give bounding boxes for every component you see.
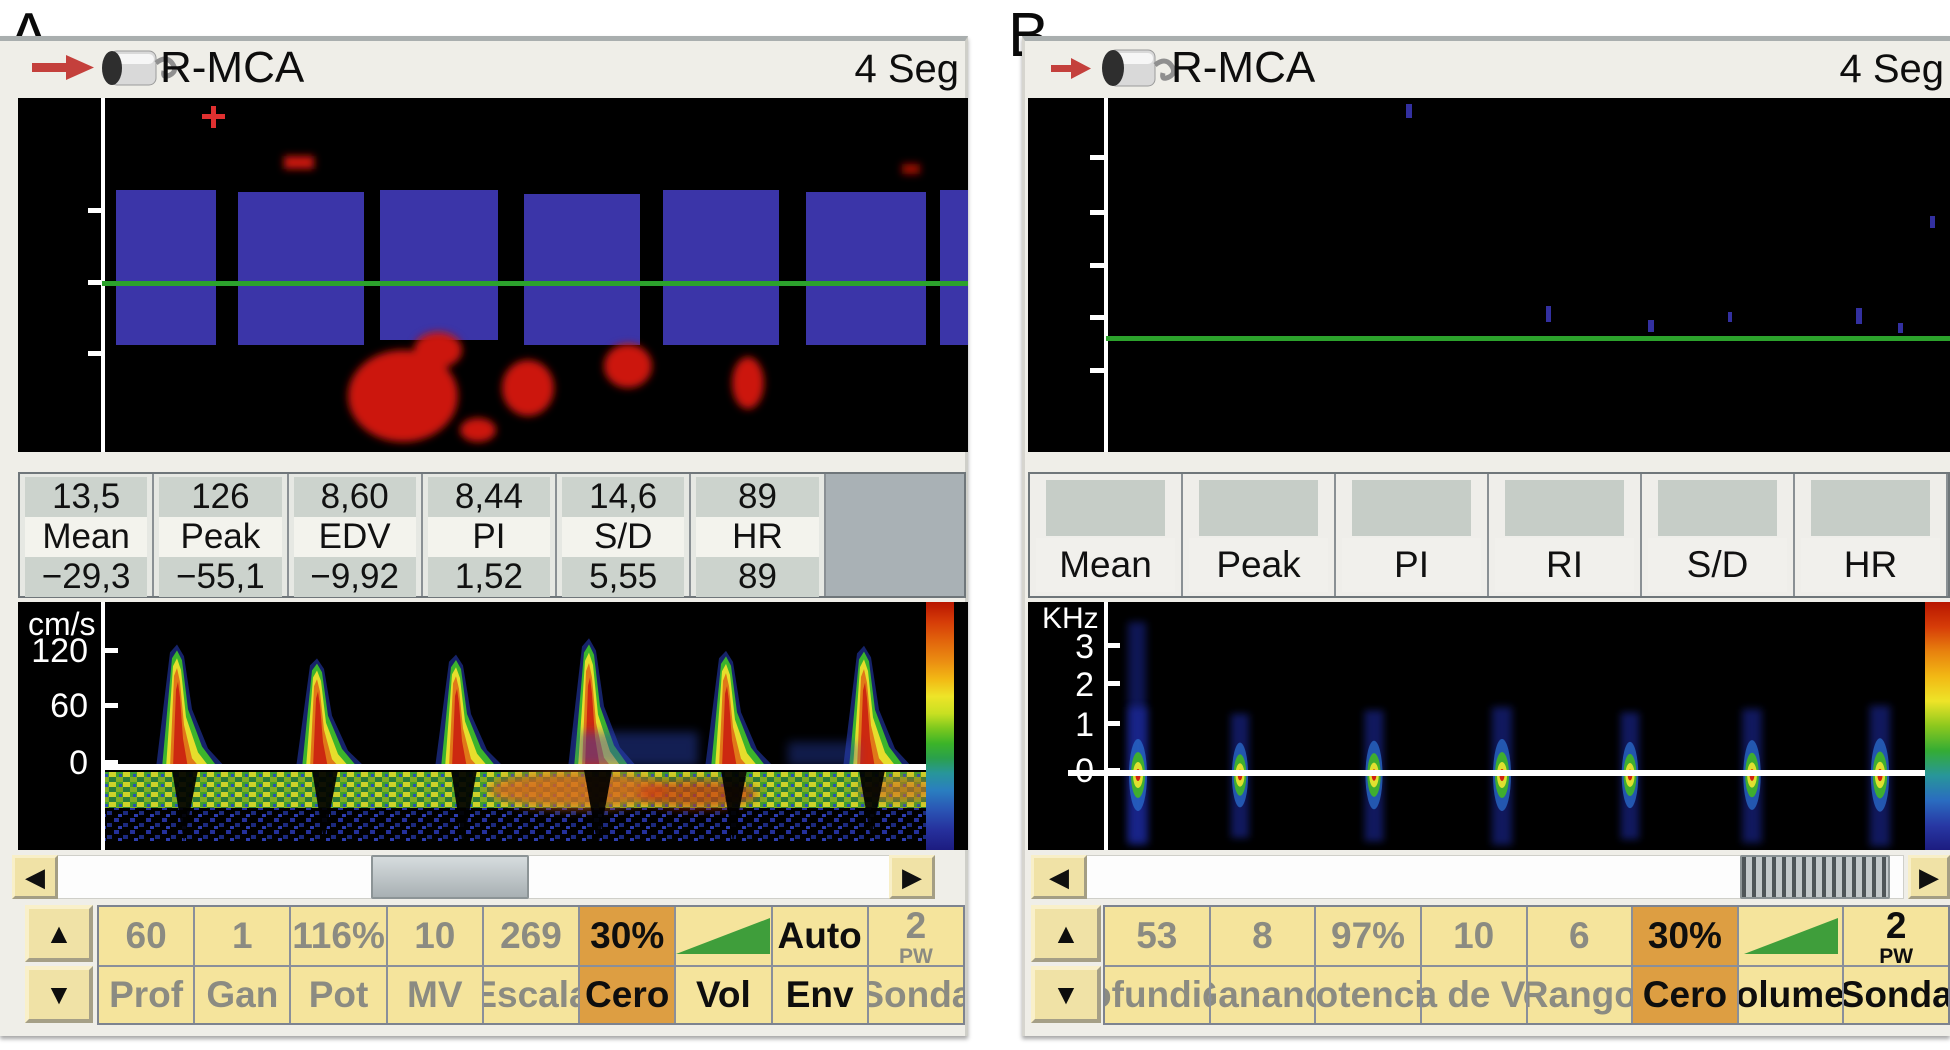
sweep-seconds: 4 Seg: [1839, 47, 1944, 92]
scrollbar-thumb[interactable]: [1740, 855, 1890, 899]
arrow-head: [66, 55, 94, 80]
empty-value-box: [1658, 480, 1777, 536]
header-b: R-MCA 4 Seg: [1025, 41, 1950, 93]
control-sonda[interactable]: 2PW Sonda: [869, 907, 963, 1023]
empty-value-box: [1046, 480, 1165, 536]
intensity-colorbar: [926, 602, 954, 850]
control-sonda[interactable]: 2PW Sonda: [1844, 907, 1948, 1023]
measure-sd: 14,6 S/D 5,55: [557, 474, 691, 596]
timeline-scrollbar: ◀ ▶: [1025, 853, 1950, 901]
sample-depth-line: [1106, 336, 1950, 341]
vessel-label: R-MCA: [1171, 43, 1315, 93]
measure-pi: PI: [1336, 474, 1489, 596]
scroll-left-button[interactable]: ◀: [12, 855, 58, 899]
measure-ri: RI: [1489, 474, 1642, 596]
sample-depth-line: [102, 281, 968, 286]
spectral-display: cm/s 120 60 0: [18, 602, 968, 850]
scroll-right-button[interactable]: ▶: [1908, 855, 1950, 899]
measure-hr: 89 HR 89: [691, 474, 825, 596]
scroll-right-button[interactable]: ▶: [889, 855, 935, 899]
tick-60: 60: [26, 687, 88, 726]
measure-hr: HR: [1795, 474, 1948, 596]
scrollbar-thumb[interactable]: [371, 855, 529, 899]
control-pot[interactable]: 116% Pot: [291, 907, 387, 1023]
control-volumen[interactable]: Volumen: [1739, 907, 1845, 1023]
zero-baseline: [105, 764, 926, 770]
zero-baseline: [1068, 770, 1925, 776]
arrow-shaft: [1051, 65, 1071, 72]
measure-mean: 13,5 Mean −29,3: [20, 474, 154, 596]
tick-0: 0: [1036, 752, 1094, 791]
probe-direction-icon: [1047, 45, 1187, 91]
increase-button[interactable]: ▲: [1031, 905, 1101, 962]
arrow-shaft: [32, 63, 66, 72]
control-escala[interactable]: 269 Escala: [484, 907, 580, 1023]
volume-triangle-icon: [676, 918, 770, 954]
control-muestra-volumen[interactable]: 10 ra de Vo: [1422, 907, 1528, 1023]
spectral-graphic: [18, 602, 968, 850]
control-bar: ▲ ▼ 60 Prof 1 Gan 116% Pot 10 MV 269 Esc…: [0, 905, 965, 1025]
tick-0: 0: [26, 744, 88, 783]
flow-blocks: [116, 190, 968, 345]
measure-peak: 126 Peak −55,1: [154, 474, 288, 596]
spectral-display: KHz 3 2 1 0: [1028, 602, 1950, 850]
control-vol[interactable]: Vol: [676, 907, 772, 1023]
tcd-window-a: R-MCA 4 Seg: [0, 36, 968, 1036]
decrease-button[interactable]: ▼: [1031, 966, 1101, 1023]
baseline-noise-band: [105, 770, 938, 848]
tick-3: 3: [1036, 628, 1094, 667]
measurement-table: Mean Peak PI RI S/D HR: [1028, 472, 1950, 598]
vessel-label: R-MCA: [160, 43, 304, 93]
measure-edv: 8,60 EDV −9,92: [289, 474, 423, 596]
control-potencia[interactable]: 97% Potencia: [1316, 907, 1422, 1023]
probe-direction-icon: [28, 45, 178, 91]
mmode-display: [1028, 98, 1950, 452]
empty-value-box: [1199, 480, 1318, 536]
empty-value-box: [1352, 480, 1471, 536]
control-cero[interactable]: 30% Cero: [580, 907, 676, 1023]
tick-120: 120: [26, 632, 88, 671]
control-gan[interactable]: 1 Gan: [195, 907, 291, 1023]
frequency-axis-line: [1104, 602, 1108, 850]
decrease-button[interactable]: ▼: [25, 966, 93, 1023]
control-bar: ▲ ▼ 53 ofundid 8 Gananci 97% Potencia 10…: [1025, 905, 1950, 1025]
volume-triangle-icon: [1744, 918, 1838, 954]
depth-axis-line: [101, 98, 105, 452]
header-a: R-MCA 4 Seg: [0, 41, 965, 93]
measure-peak: Peak: [1183, 474, 1336, 596]
control-prof[interactable]: 60 Prof: [99, 907, 195, 1023]
measure-empty-cell: [826, 474, 964, 596]
empty-value-box: [1505, 480, 1624, 536]
intensity-colorbar: [1925, 602, 1950, 850]
depth-axis-line: [1104, 98, 1108, 452]
tcd-window-b: R-MCA 4 Seg: [1022, 36, 1950, 1036]
control-mv[interactable]: 10 MV: [388, 907, 484, 1023]
sweep-seconds: 4 Seg: [854, 47, 959, 92]
mmode-display: [18, 98, 968, 452]
control-profundidad[interactable]: 53 ofundid: [1105, 907, 1211, 1023]
empty-value-box: [1811, 480, 1930, 536]
increase-button[interactable]: ▲: [25, 905, 93, 962]
measure-sd: S/D: [1642, 474, 1795, 596]
mmode-graphic: [18, 98, 968, 452]
spectral-graphic: [1028, 602, 1950, 850]
tick-2: 2: [1036, 666, 1094, 705]
mmode-graphic: [1028, 98, 1950, 452]
measure-mean: Mean: [1030, 474, 1183, 596]
arrow-head: [1071, 58, 1091, 79]
measure-pi: 8,44 PI 1,52: [423, 474, 557, 596]
tick-1: 1: [1036, 706, 1094, 745]
control-env[interactable]: Auto Env: [773, 907, 869, 1023]
control-rango[interactable]: 6 Rango: [1528, 907, 1634, 1023]
scroll-left-button[interactable]: ◀: [1031, 855, 1087, 899]
velocity-axis-line: [101, 602, 105, 850]
timeline-scrollbar: ◀ ▶: [0, 853, 965, 901]
control-ganancia[interactable]: 8 Gananci: [1211, 907, 1317, 1023]
control-cero[interactable]: 30% Cero: [1633, 907, 1739, 1023]
measurement-table: 13,5 Mean −29,3 126 Peak −55,1 8,60 EDV …: [18, 472, 966, 598]
